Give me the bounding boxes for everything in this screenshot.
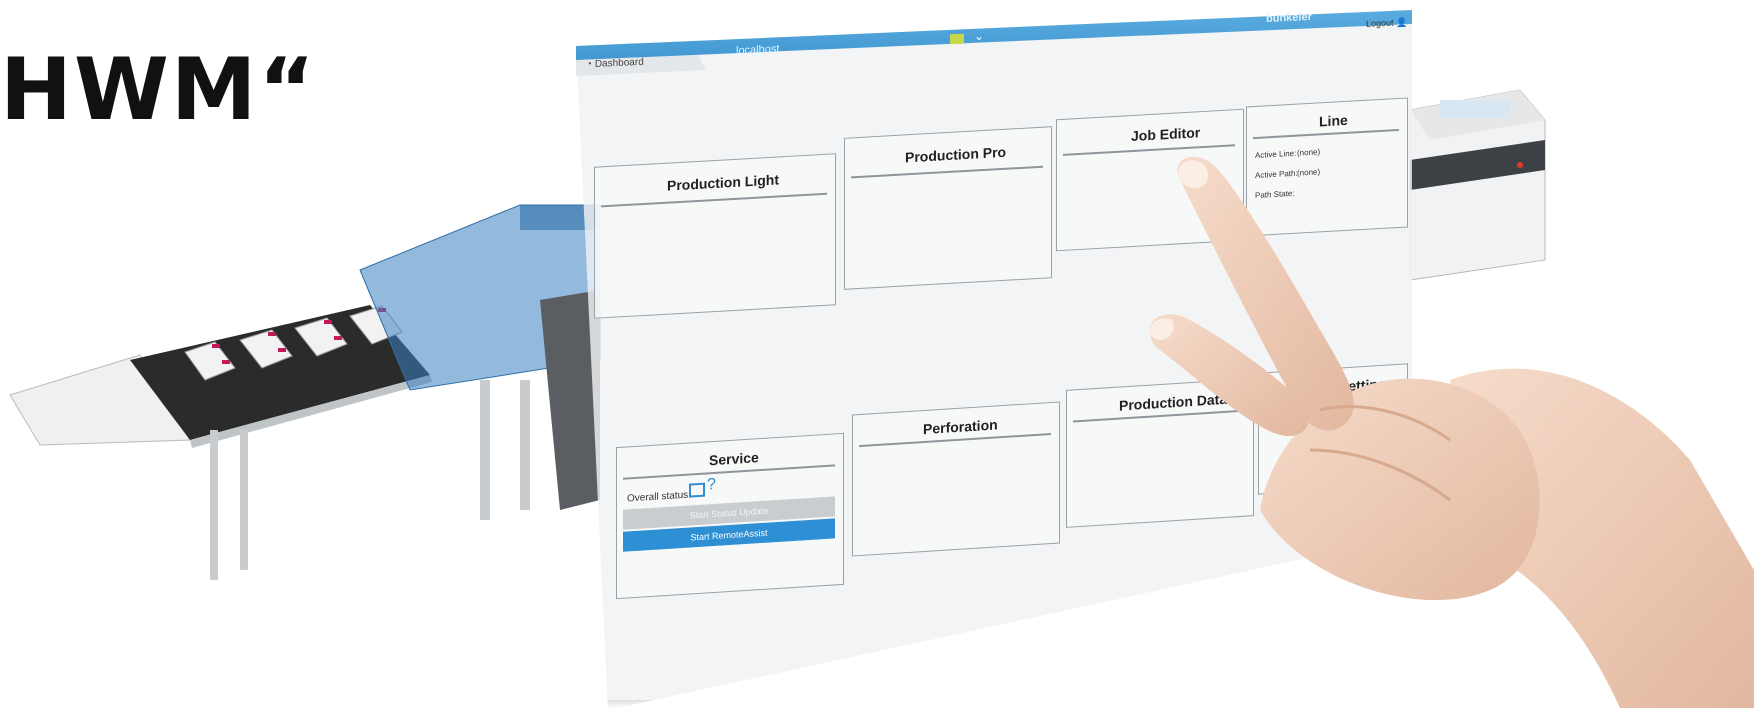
tile-title: Line xyxy=(1319,111,1348,130)
tile-title: Service xyxy=(709,449,759,469)
user-icon: 👤 xyxy=(1396,17,1408,28)
status-flag-icon[interactable] xyxy=(950,33,964,45)
status-unknown-icon: ? xyxy=(707,475,716,494)
tile-service[interactable]: Service Overall status: ? Start Status U… xyxy=(616,432,844,600)
tile-title: Perforation xyxy=(923,416,998,438)
tile-title: Job Editor xyxy=(1131,124,1201,145)
gauge-icon: ◔ xyxy=(586,58,595,71)
divider xyxy=(851,165,1043,179)
overall-status-label: Overall status: xyxy=(627,489,691,505)
monitor-icon xyxy=(689,482,705,498)
headline: HWM“ xyxy=(0,40,317,140)
pointing-hand xyxy=(1150,156,1754,708)
tile-production-light[interactable]: Production Light xyxy=(594,153,836,319)
logout-button[interactable]: Logout 👤 xyxy=(1366,17,1407,30)
divider xyxy=(859,433,1051,448)
host-label: localhost xyxy=(736,43,780,57)
tile-production-pro[interactable]: Production Pro xyxy=(844,126,1052,290)
tile-title: Production Light xyxy=(667,171,779,194)
divider xyxy=(1253,128,1399,140)
brand-logo: bunkeler xyxy=(1266,10,1312,26)
divider xyxy=(601,192,827,208)
tile-perforation[interactable]: Perforation xyxy=(852,401,1060,557)
tile-title: Production Pro xyxy=(905,143,1007,166)
chevron-down-icon[interactable]: ⌄ xyxy=(974,29,984,43)
